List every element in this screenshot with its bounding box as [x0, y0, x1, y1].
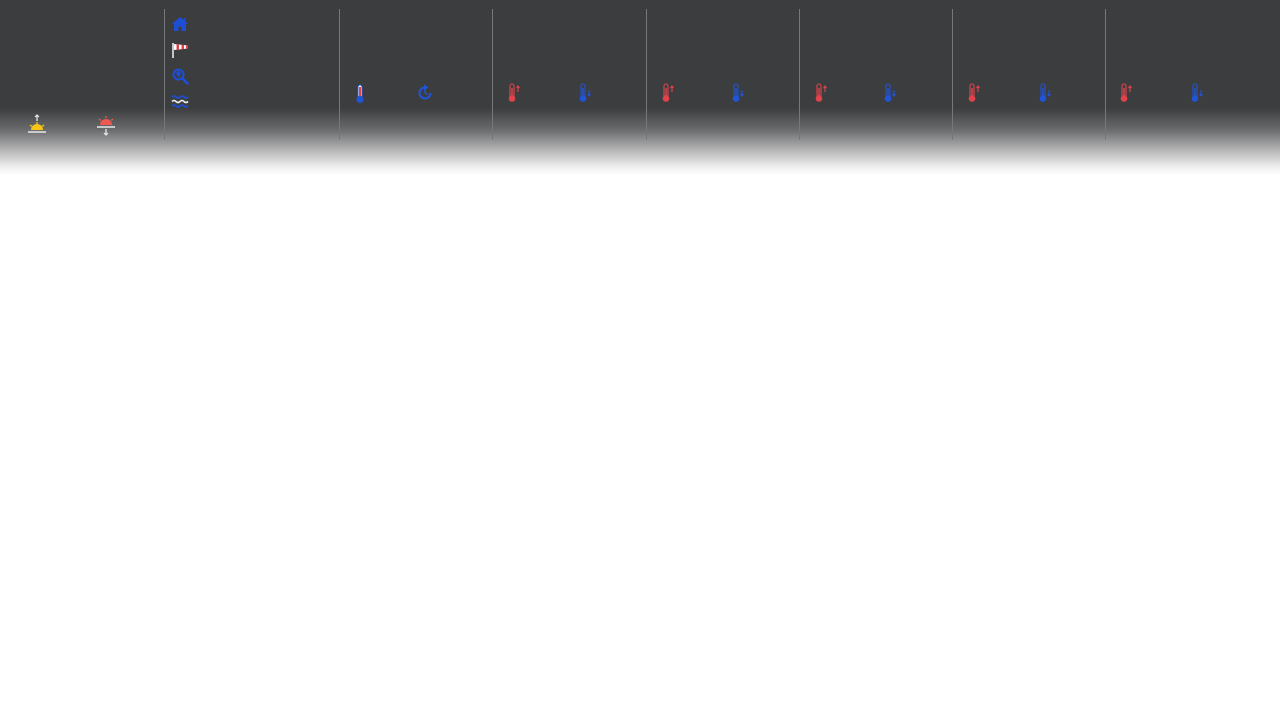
panel-divider	[646, 9, 647, 140]
thermometer-high-icon	[661, 83, 675, 103]
weather-header-bar	[0, 0, 1280, 175]
thermometer-high-icon	[967, 83, 981, 103]
thermometer-high-icon	[1119, 83, 1133, 103]
location-search-icon[interactable]	[171, 67, 190, 86]
thermometer-low-icon	[1038, 83, 1052, 103]
panel-divider	[1105, 9, 1106, 140]
sunrise-icon	[27, 114, 47, 135]
panel-divider	[164, 9, 165, 140]
sea-waves-icon[interactable]	[171, 94, 190, 109]
thermometer-icon	[354, 84, 366, 104]
panel-divider	[339, 9, 340, 140]
panel-divider	[799, 9, 800, 140]
panel-divider	[492, 9, 493, 140]
refresh-icon[interactable]	[416, 84, 434, 102]
thermometer-high-icon	[814, 83, 828, 103]
thermometer-low-icon	[1190, 83, 1204, 103]
sunset-icon	[96, 115, 116, 136]
panel-divider	[952, 9, 953, 140]
windsock-icon[interactable]	[171, 41, 191, 59]
thermometer-low-icon	[731, 83, 745, 103]
thermometer-low-icon	[883, 83, 897, 103]
thermometer-low-icon	[578, 83, 592, 103]
thermometer-high-icon	[507, 83, 521, 103]
home-icon[interactable]	[171, 15, 189, 33]
